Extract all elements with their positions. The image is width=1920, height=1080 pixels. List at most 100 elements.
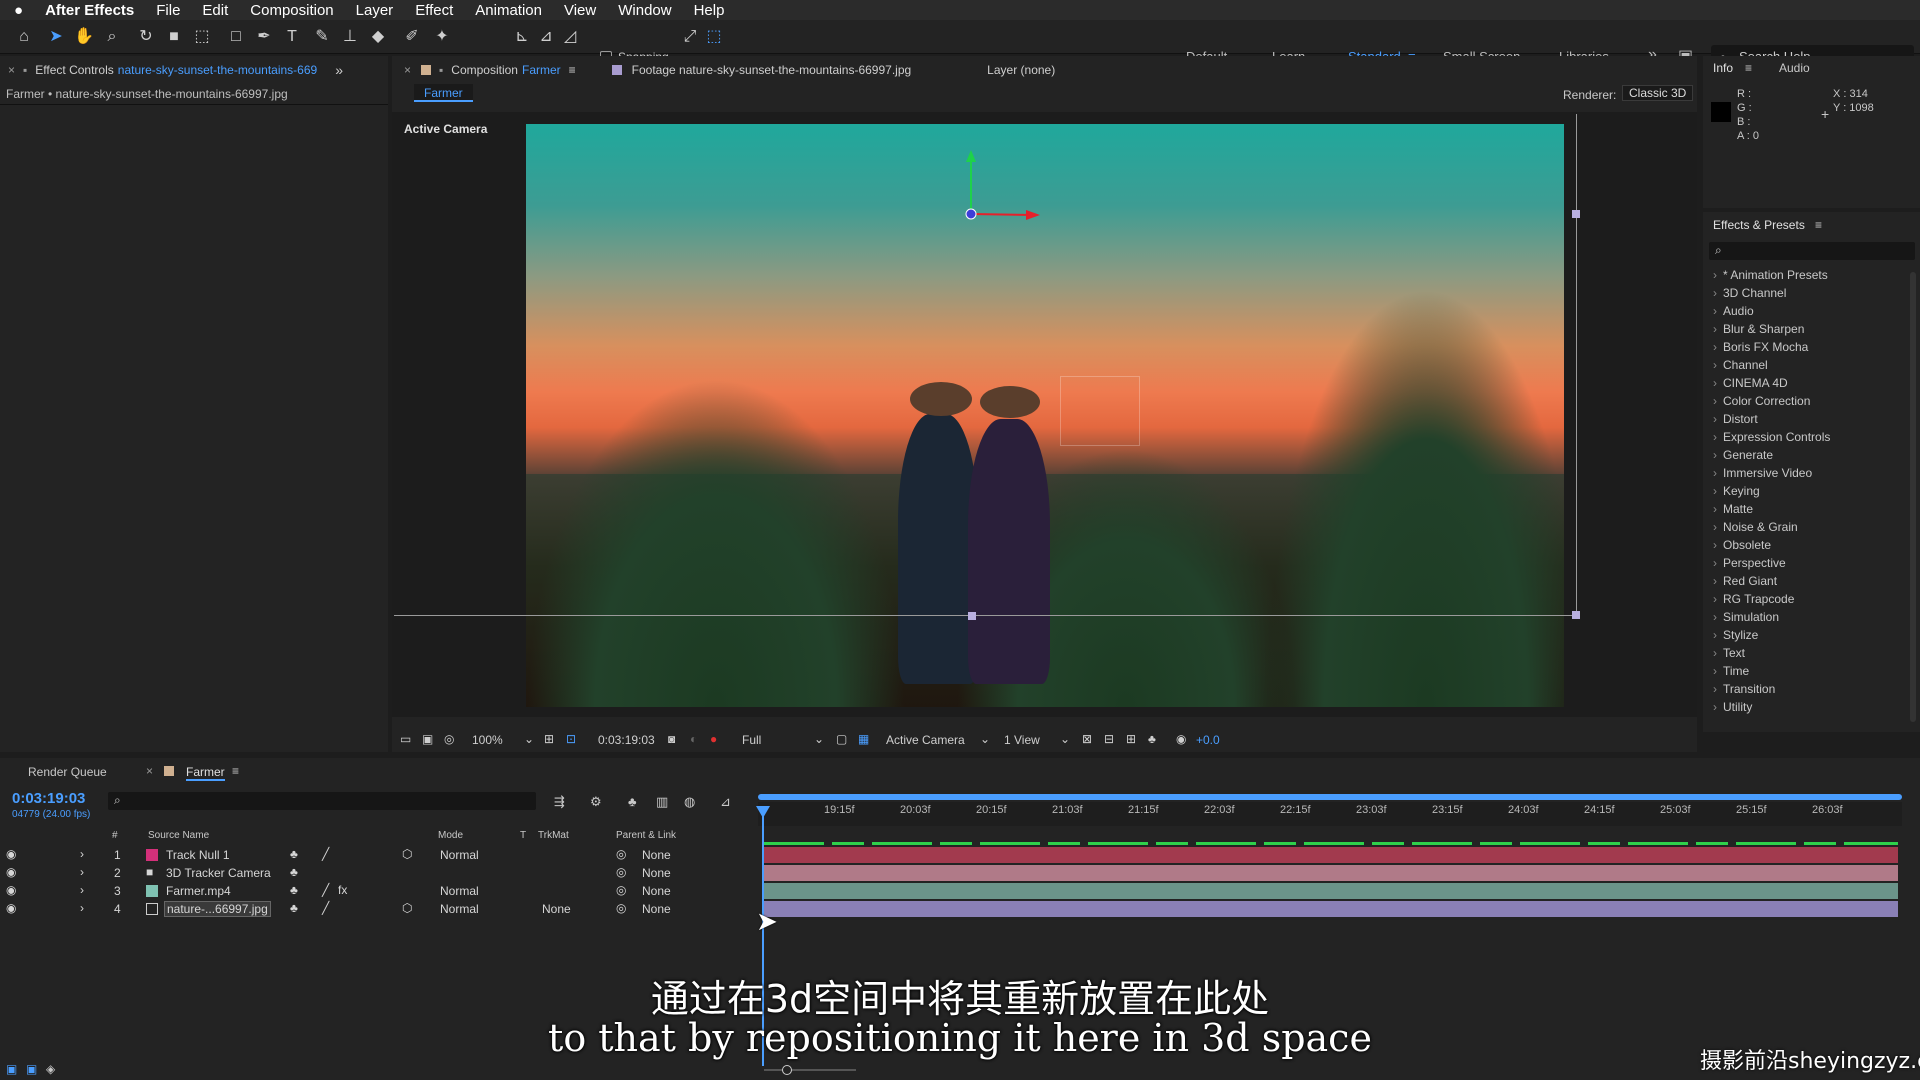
close-timeline-tab-icon[interactable]: ×	[146, 764, 153, 778]
parent-link[interactable]: None	[642, 848, 671, 862]
fit-icon[interactable]: ⊞	[544, 732, 554, 746]
flowchart-icon[interactable]: ♣	[1148, 732, 1156, 746]
pickwhip-icon[interactable]: ◎	[616, 865, 626, 879]
layer-duration-bar[interactable]	[764, 883, 1898, 899]
frame-blending-icon[interactable]: ▥	[656, 794, 668, 810]
expand-icon[interactable]: ›	[80, 901, 84, 915]
comp-subtab-farmer[interactable]: Farmer	[414, 84, 473, 102]
view-layout-chevron-icon[interactable]: ⌄	[1060, 732, 1070, 746]
fast-previews-icon[interactable]: ⊟	[1104, 732, 1114, 746]
fx-blur-sharpen[interactable]: Blur & Sharpen	[1713, 322, 1804, 336]
resolution-dropdown[interactable]: Full	[742, 733, 761, 747]
fx-noise-grain[interactable]: Noise & Grain	[1713, 520, 1798, 534]
layer-tab[interactable]: Layer (none)	[987, 63, 1055, 77]
panel-expand-icon[interactable]: »	[335, 62, 343, 78]
fx-stylize[interactable]: Stylize	[1713, 628, 1758, 642]
layer-name[interactable]: Track Null 1	[166, 848, 230, 862]
fx-transition[interactable]: Transition	[1713, 682, 1775, 696]
expand-icon[interactable]: ›	[80, 883, 84, 897]
menu-edit[interactable]: Edit	[202, 2, 228, 19]
viewer-timecode[interactable]: 0:03:19:03	[598, 733, 655, 747]
menu-file[interactable]: File	[156, 2, 180, 19]
timeline-comp-tab[interactable]: Farmer	[186, 765, 225, 781]
fx-immersive-video[interactable]: Immersive Video	[1713, 466, 1812, 480]
layer-name[interactable]: 3D Tracker Camera	[166, 866, 271, 880]
fx-utility[interactable]: Utility	[1713, 700, 1752, 714]
hand-tool-icon[interactable]: ✋	[74, 27, 94, 47]
menu-window[interactable]: Window	[618, 2, 671, 19]
layer-duration-bar[interactable]	[764, 901, 1898, 917]
motion-blur-icon[interactable]: ◍	[684, 794, 695, 810]
render-queue-tab[interactable]: Render Queue	[28, 765, 107, 779]
comp-lock-icon[interactable]: ▪	[439, 63, 443, 77]
menu-view[interactable]: View	[564, 2, 596, 19]
quality-switch-icon[interactable]: ╱	[322, 847, 329, 861]
rectangle-tool-icon[interactable]: □	[226, 27, 246, 47]
menu-layer[interactable]: Layer	[356, 2, 394, 19]
close-tab-icon[interactable]: ×	[8, 63, 15, 77]
shy-switch-icon[interactable]: ♣	[290, 865, 298, 879]
home-icon[interactable]: ⌂	[14, 27, 34, 47]
pickwhip-icon[interactable]: ◎	[616, 883, 626, 897]
renderer-value[interactable]: Classic 3D	[1622, 85, 1694, 101]
mask-visibility-icon[interactable]: ◎	[444, 732, 454, 746]
timeline-toggle-modes-icon[interactable]: ▣	[26, 1062, 37, 1076]
audio-tab[interactable]: Audio	[1779, 61, 1810, 75]
clone-stamp-tool-icon[interactable]: ⊥	[340, 27, 360, 47]
app-menu[interactable]: After Effects	[45, 2, 134, 19]
3d-layer-icon[interactable]: ⬡	[402, 847, 412, 861]
fx-animation-presets[interactable]: * Animation Presets	[1713, 268, 1828, 282]
fx-distort[interactable]: Distort	[1713, 412, 1758, 426]
lock-icon[interactable]: ▪	[23, 63, 27, 77]
layer-row[interactable]: ◉ › 2 ■ 3D Tracker Camera ♣ ◎ None	[0, 864, 760, 882]
timeline-toggle-switches-icon[interactable]: ▣	[6, 1062, 17, 1076]
layer-mode[interactable]: Normal	[440, 848, 479, 862]
timeline-search-input[interactable]: ⌕	[108, 792, 536, 810]
layer-handle-right[interactable]	[1572, 210, 1580, 218]
view-layout-dropdown[interactable]: 1 View	[1004, 733, 1040, 747]
fx-3d-channel[interactable]: 3D Channel	[1713, 286, 1786, 300]
layer-duration-bar[interactable]	[764, 847, 1898, 863]
eye-icon[interactable]: ◉	[6, 865, 16, 879]
camera-chevron-icon[interactable]: ⌄	[980, 732, 990, 746]
quality-switch-icon[interactable]: ╱	[322, 901, 329, 915]
layer-mode[interactable]: Normal	[440, 902, 479, 916]
zoom-chevron-icon[interactable]: ⌄	[524, 732, 534, 746]
timeline-tab-menu-icon[interactable]: ≡	[232, 764, 239, 778]
fx-perspective[interactable]: Perspective	[1713, 556, 1786, 570]
parent-link[interactable]: None	[642, 884, 671, 898]
zoom-tool-icon[interactable]: ⌕	[102, 27, 122, 47]
effect-controls-tab-label[interactable]: Effect Controls	[35, 63, 113, 77]
brush-tool-icon[interactable]: ✎	[312, 27, 332, 47]
composition-tab-label[interactable]: Composition	[451, 63, 518, 77]
always-preview-icon[interactable]: ▭	[400, 732, 411, 746]
composition-tab-name[interactable]: Farmer	[522, 63, 561, 77]
fx-matte[interactable]: Matte	[1713, 502, 1753, 516]
roto-brush-tool-icon[interactable]: ✐	[402, 27, 422, 47]
monitor-icon[interactable]: ▣	[422, 732, 433, 746]
playhead-handle[interactable]	[756, 806, 770, 818]
layer-name[interactable]: Farmer.mp4	[166, 884, 231, 898]
fx-text[interactable]: Text	[1713, 646, 1745, 660]
parent-link[interactable]: None	[642, 866, 671, 880]
fx-cinema-4d[interactable]: CINEMA 4D	[1713, 376, 1788, 390]
pan-behind-tool-icon[interactable]: ⬚	[192, 27, 212, 47]
zoom-dropdown[interactable]: 100%	[472, 733, 503, 747]
axis-world-icon[interactable]: ⊿	[536, 27, 556, 47]
show-snapshot-icon[interactable]: ◐	[690, 732, 697, 746]
layer-color-label[interactable]	[146, 849, 158, 861]
snap-feature-icon[interactable]: ⬚	[704, 27, 724, 47]
comp-flowchart-icon[interactable]: ⇶	[554, 794, 565, 810]
effect-controls-layer-name[interactable]: nature-sky-sunset-the-mountains-669	[118, 63, 317, 77]
menu-effect[interactable]: Effect	[415, 2, 453, 19]
eye-icon[interactable]: ◉	[6, 883, 16, 897]
fx-rg-trapcode[interactable]: RG Trapcode	[1713, 592, 1794, 606]
toggle-pixel-icon[interactable]: ⊠	[1082, 732, 1092, 746]
pickwhip-icon[interactable]: ◎	[616, 847, 626, 861]
layer-handle-mid[interactable]	[968, 612, 976, 620]
apple-icon[interactable]: ●	[14, 2, 23, 19]
menu-help[interactable]: Help	[694, 2, 725, 19]
fx-expression-controls[interactable]: Expression Controls	[1713, 430, 1830, 444]
effects-presets-title[interactable]: Effects & Presets	[1713, 218, 1805, 232]
puppet-tool-icon[interactable]: ✦	[432, 27, 452, 47]
